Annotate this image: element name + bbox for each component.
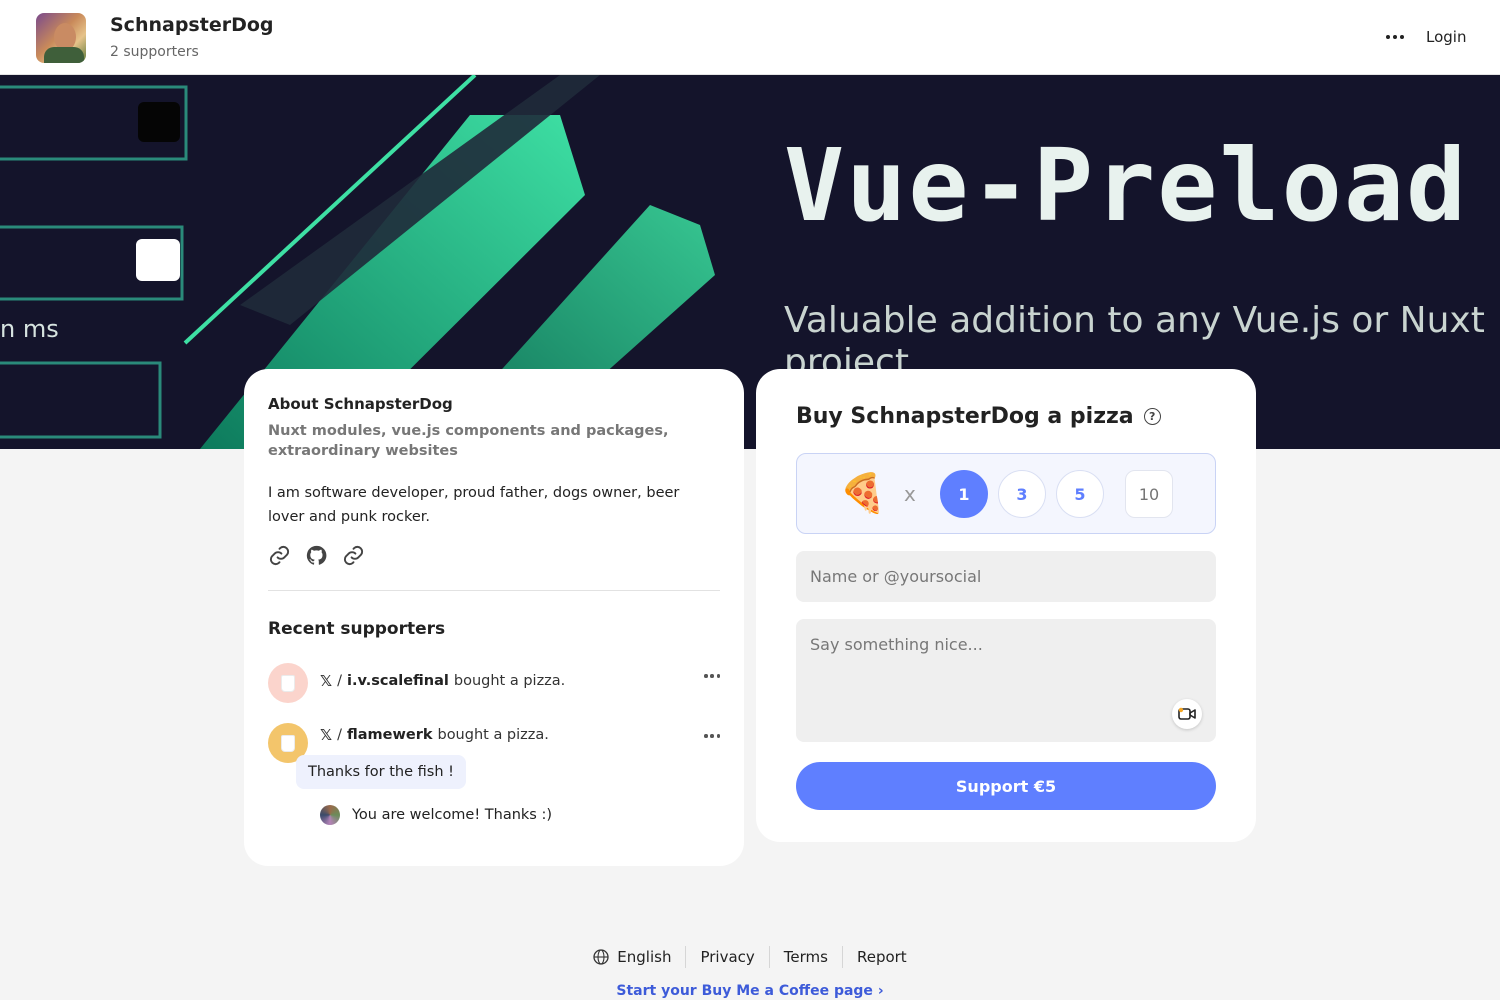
footer: English Privacy Terms Report (0, 946, 1500, 968)
more-dot (710, 734, 714, 738)
creator-reply: You are welcome! Thanks :) (320, 805, 552, 825)
banner-square-light (136, 239, 180, 281)
x-logo-icon: 𝕏 (320, 672, 333, 690)
more-dot (1393, 35, 1397, 39)
social-links (268, 544, 365, 567)
more-horizontal-icon (704, 674, 708, 678)
quantity-selector: 🍕 x 1 3 5 (796, 453, 1216, 534)
avatar-shirt (44, 47, 84, 63)
start-page-link[interactable]: Start your Buy Me a Coffee page › (0, 983, 1500, 999)
supporter-more-button[interactable] (704, 731, 720, 741)
globe-icon (593, 949, 609, 965)
divider (268, 590, 720, 591)
more-horizontal-icon (1386, 35, 1390, 39)
more-dot (710, 674, 714, 678)
custom-quantity-input[interactable] (1125, 470, 1173, 518)
banner-title: Vue-Preload (784, 127, 1469, 244)
creator-name[interactable]: SchnapsterDog (110, 14, 274, 36)
footer-link-terms[interactable]: Terms (768, 946, 842, 968)
banner-subtitle-line1: Valuable addition to any Vue.js or Nuxt (784, 300, 1485, 341)
top-header: SchnapsterDog 2 supporters Login (0, 0, 1500, 75)
quantity-1-button[interactable]: 1 (940, 470, 988, 518)
supporter-more-button[interactable] (704, 671, 720, 681)
buy-card: Buy SchnapsterDog a pizza ? 🍕 x 1 3 5 Su… (756, 369, 1256, 842)
recent-supporters-title: Recent supporters (268, 619, 446, 639)
supporter-action: bought a pizza. (453, 673, 566, 689)
supporter-text: 𝕏 / flamewerk bought a pizza. (320, 726, 549, 744)
separator: / (337, 673, 342, 689)
more-dot (1400, 35, 1404, 39)
about-title: About SchnapsterDog (268, 395, 453, 413)
banner-box (0, 361, 162, 439)
supporter-avatar (268, 663, 308, 703)
language-selector[interactable]: English (579, 946, 685, 968)
separator: / (337, 727, 342, 743)
coffee-cup-icon (281, 734, 295, 752)
link-icon[interactable] (342, 544, 365, 567)
supporter-message: Thanks for the fish ! (296, 755, 466, 789)
about-bio: I am software developer, proud father, d… (268, 485, 680, 525)
footer-link-report[interactable]: Report (841, 946, 921, 968)
buy-title-text: Buy SchnapsterDog a pizza (796, 404, 1134, 429)
github-icon[interactable] (305, 544, 328, 567)
creator-reply-avatar (320, 805, 340, 825)
name-input[interactable] (796, 551, 1216, 602)
about-tagline: Nuxt modules, vue.js components and pack… (268, 423, 669, 459)
x-logo-icon: 𝕏 (320, 726, 333, 744)
creator-avatar[interactable] (36, 13, 86, 63)
login-button[interactable]: Login (1426, 28, 1466, 46)
times-sign: x (904, 482, 916, 506)
supporter-handle[interactable]: flamewerk (347, 727, 433, 743)
language-label: English (617, 948, 672, 966)
support-button[interactable]: Support €5 (796, 762, 1216, 810)
pizza-icon: 🍕 (839, 471, 887, 515)
supporter-handle[interactable]: i.v.scalefinal (347, 673, 449, 689)
buy-title: Buy SchnapsterDog a pizza ? (796, 404, 1161, 429)
more-options-button[interactable] (1380, 26, 1410, 48)
start-page-link-text: Start your Buy Me a Coffee page (616, 983, 873, 999)
footer-link-privacy[interactable]: Privacy (685, 946, 768, 968)
link-icon[interactable] (268, 544, 291, 567)
creator-reply-text: You are welcome! Thanks :) (352, 807, 553, 823)
banner-ms-text: n ms (0, 315, 59, 343)
more-dot (716, 734, 720, 738)
banner-square-dark (138, 102, 180, 142)
chevron-right-icon: › (877, 983, 884, 999)
more-horizontal-icon (704, 734, 708, 738)
coffee-cup-icon (281, 674, 295, 692)
message-input[interactable] (796, 619, 1216, 742)
supporters-count: 2 supporters (110, 44, 199, 60)
help-icon[interactable]: ? (1143, 408, 1161, 425)
supporter-action: bought a pizza. (437, 727, 549, 743)
quantity-3-button[interactable]: 3 (998, 470, 1046, 518)
video-camera-icon (1178, 707, 1196, 720)
more-dot (716, 674, 720, 678)
about-card: About SchnapsterDog Nuxt modules, vue.js… (244, 369, 744, 866)
quantity-5-button[interactable]: 5 (1056, 470, 1104, 518)
video-message-button[interactable] (1172, 699, 1202, 729)
cover-banner: n ms Vue-Preload Valuable addition to an… (0, 75, 1500, 449)
supporter-text: 𝕏 / i.v.scalefinal bought a pizza. (320, 672, 565, 690)
